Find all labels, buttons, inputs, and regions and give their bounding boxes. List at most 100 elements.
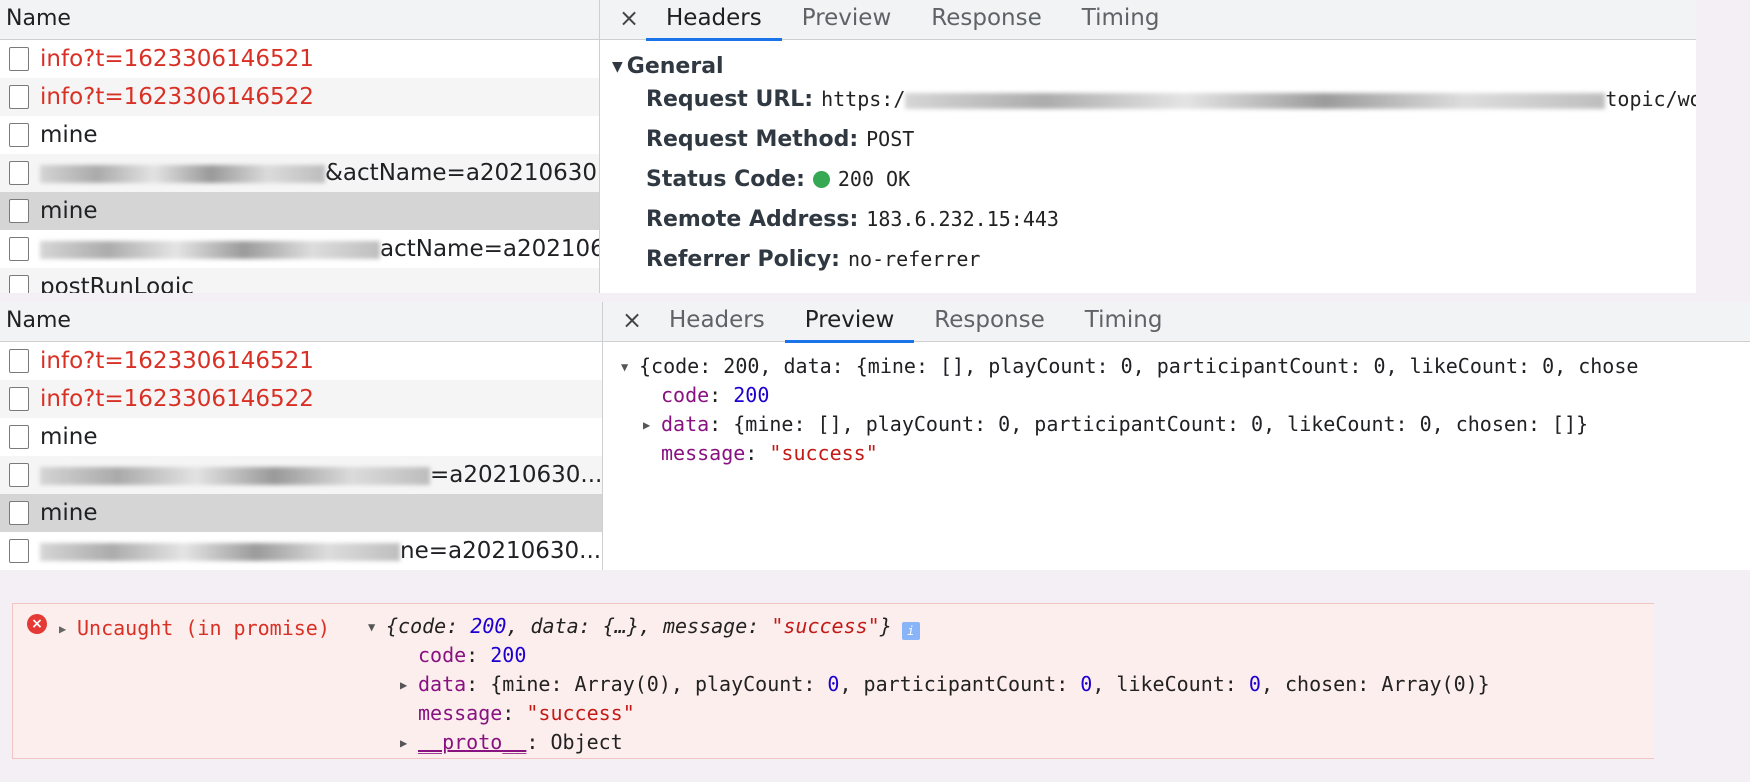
referrer-policy-value: no-referrer: [847, 247, 981, 271]
request-row[interactable]: info?t=1623306146522: [0, 380, 602, 418]
request-row[interactable]: mine: [0, 116, 599, 154]
tab-response[interactable]: Response: [914, 302, 1064, 341]
object-text: , participantCount:: [839, 672, 1081, 696]
referrer-policy-row: Referrer Policy: no-referrer: [646, 239, 1696, 279]
redacted-text: [40, 240, 380, 259]
request-url-value[interactable]: https:/ topic/works/mine: [821, 87, 1696, 111]
request-checkbox[interactable]: [9, 85, 29, 109]
request-checkbox[interactable]: [9, 425, 29, 449]
summary-text: }: [879, 614, 892, 638]
redacted-text: [40, 466, 430, 485]
request-checkbox[interactable]: [9, 123, 29, 147]
tab-response[interactable]: Response: [911, 0, 1061, 39]
error-icon: ×: [27, 614, 47, 634]
uncaught-label: Uncaught (in promise): [77, 616, 330, 640]
header-key: Referrer Policy:: [646, 247, 840, 272]
tab-preview[interactable]: Preview: [784, 302, 915, 343]
object-text: , likeCount:: [1092, 672, 1249, 696]
request-name: info?t=1623306146522: [40, 386, 314, 412]
request-checkbox[interactable]: [9, 237, 29, 261]
tab-preview[interactable]: Preview: [782, 0, 912, 39]
request-name: mine: [40, 198, 98, 224]
status-code-row: Status Code: 200 OK: [646, 159, 1696, 199]
request-name: ne=a20210630...: [400, 538, 602, 564]
close-icon[interactable]: ×: [612, 0, 646, 39]
json-preview: ▼ {code: 200, data: {mine: [], playCount:…: [603, 342, 1750, 468]
request-row[interactable]: &actName=a20210630...: [0, 154, 599, 192]
request-checkbox[interactable]: [9, 387, 29, 411]
request-checkbox[interactable]: [9, 539, 29, 563]
request-list: Name info?t=1623306146521 info?t=1623306…: [0, 302, 603, 570]
network-panel-headers: Name info?t=1623306146521 info?t=1623306…: [0, 0, 1696, 293]
tab-headers[interactable]: Headers: [646, 0, 782, 41]
status-code-value: 200 OK: [837, 167, 911, 191]
url-suffix: topic/works/mine: [1605, 87, 1696, 111]
request-name: postRunLogic: [40, 274, 194, 293]
request-checkbox[interactable]: [9, 349, 29, 373]
summary-string: "success": [771, 614, 880, 638]
header-key: Request Method:: [646, 127, 859, 152]
json-root-line[interactable]: ▼ {code: 200, data: {mine: [], playCount:…: [621, 352, 1750, 381]
object-number: 0: [827, 672, 840, 696]
caret-right-icon: ▶: [400, 678, 408, 692]
request-list: Name info?t=1623306146521 info?t=1623306…: [0, 0, 600, 293]
json-code-line: code: 200: [661, 383, 770, 407]
request-name: info?t=1623306146521: [40, 46, 314, 72]
header-key: Request URL:: [646, 87, 814, 112]
request-row[interactable]: info?t=1623306146522: [0, 78, 599, 116]
request-checkbox[interactable]: [9, 501, 29, 525]
object-string: "success": [526, 701, 635, 725]
tab-timing[interactable]: Timing: [1065, 302, 1183, 341]
tab-timing[interactable]: Timing: [1062, 0, 1180, 39]
request-row[interactable]: actName=a20210630...: [0, 230, 599, 268]
details-tabbar: × Headers Preview Response Timing: [603, 302, 1750, 343]
tab-headers[interactable]: Headers: [649, 302, 785, 341]
request-checkbox[interactable]: [9, 463, 29, 487]
request-checkbox[interactable]: [9, 47, 29, 71]
name-column-header[interactable]: Name: [0, 302, 602, 342]
request-url-row: Request URL: https:/ topic/works/mine: [646, 79, 1696, 119]
general-section-toggle[interactable]: ▼ General: [612, 54, 1696, 79]
request-name: =a20210630...: [430, 462, 602, 488]
header-key: Status Code:: [646, 167, 805, 192]
request-method-value: POST: [866, 127, 915, 151]
info-icon[interactable]: i: [901, 622, 920, 640]
request-row[interactable]: ne=a20210630...: [0, 532, 602, 570]
caret-down-icon: ▼: [612, 59, 623, 75]
request-checkbox[interactable]: [9, 275, 29, 293]
request-name: info?t=1623306146521: [40, 348, 314, 374]
request-details: × Headers Preview Response Timing ▼ {code…: [603, 302, 1750, 570]
object-text: : Object: [526, 730, 623, 754]
redacted-text: [40, 542, 400, 561]
json-data-value: {mine: [], playCount: 0, participantCoun…: [733, 412, 1589, 436]
summary-text: {code:: [386, 614, 471, 638]
request-name: actName=a20210630...: [380, 236, 599, 262]
name-column-header[interactable]: Name: [0, 0, 599, 40]
request-checkbox[interactable]: [9, 199, 29, 223]
object-text: {mine: Array(0), playCount:: [490, 672, 828, 696]
json-key: data: [661, 412, 710, 436]
request-row[interactable]: info?t=1623306146521: [0, 40, 599, 78]
object-number: 200: [490, 643, 527, 667]
details-tabbar: × Headers Preview Response Timing: [600, 0, 1696, 41]
request-row-selected[interactable]: mine: [0, 494, 602, 532]
object-proto-line[interactable]: ▶ __proto__: Object: [368, 728, 1490, 757]
json-number: 200: [733, 383, 770, 407]
request-row[interactable]: postRunLogic: [0, 268, 599, 293]
request-row[interactable]: info?t=1623306146521: [0, 342, 602, 380]
request-checkbox[interactable]: [9, 161, 29, 185]
summary-number: 200: [470, 614, 507, 638]
status-ok-icon: [812, 171, 830, 188]
close-icon[interactable]: ×: [615, 302, 649, 341]
request-row[interactable]: mine: [0, 418, 602, 456]
object-key: __proto__: [418, 730, 527, 754]
json-data-line[interactable]: ▶ data: {mine: [], playCount: 0, particip…: [621, 410, 1750, 439]
request-row[interactable]: =a20210630...: [0, 456, 602, 494]
uncaught-toggle[interactable]: ▶ Uncaught (in promise): [59, 616, 330, 640]
request-row-selected[interactable]: mine: [0, 192, 599, 230]
object-number: 0: [1080, 672, 1093, 696]
object-data-line[interactable]: ▶ data: {mine: Array(0), playCount: 0, pa…: [368, 670, 1490, 699]
json-string: "success": [769, 441, 878, 465]
object-code-line: code: 200: [418, 643, 527, 667]
object-summary[interactable]: ▼ {code: 200, data: {…}, message: "succes…: [368, 612, 1490, 641]
